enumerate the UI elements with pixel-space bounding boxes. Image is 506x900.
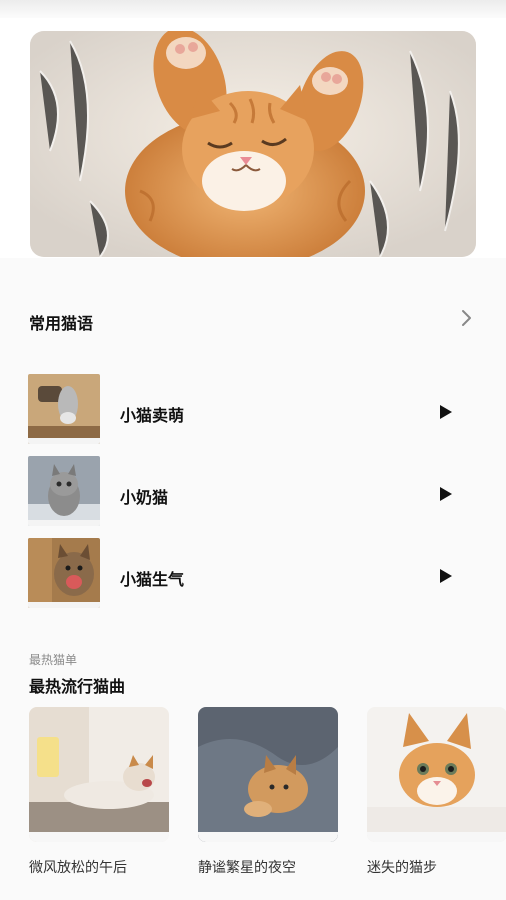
playlist-cover <box>198 707 338 842</box>
hot-playlists-title: 最热流行猫曲 <box>29 677 126 696</box>
sound-item[interactable]: 小奶猫 <box>0 456 506 528</box>
hero-banner-image[interactable] <box>30 31 476 257</box>
play-icon[interactable] <box>438 486 454 502</box>
sound-thumbnail <box>28 456 100 526</box>
app-screen: 常用猫语 小猫卖萌 小奶猫 小猫生气 最热猫单 最热流行猫曲 微风放松的午后 静… <box>0 0 506 900</box>
playlist-card[interactable]: 迷失的猫步 <box>367 707 506 887</box>
playlist-title: 迷失的猫步 <box>367 860 437 876</box>
play-icon[interactable] <box>438 568 454 584</box>
play-icon[interactable] <box>438 404 454 420</box>
sound-label: 小猫生气 <box>120 570 185 589</box>
section-title: 常用猫语 <box>29 314 94 333</box>
hot-playlists-caption: 最热猫单 <box>29 653 78 667</box>
sound-item[interactable]: 小猫生气 <box>0 538 506 610</box>
sound-label: 小猫卖萌 <box>120 406 185 425</box>
playlist-cover <box>367 707 506 842</box>
playlist-card[interactable]: 微风放松的午后 <box>29 707 169 887</box>
chevron-right-icon[interactable] <box>456 308 476 328</box>
playlist-cover <box>29 707 169 842</box>
playlist-card[interactable]: 静谧繁星的夜空 <box>198 707 338 887</box>
playlist-title: 静谧繁星的夜空 <box>198 860 296 876</box>
sound-thumbnail <box>28 538 100 608</box>
sound-label: 小奶猫 <box>120 488 169 507</box>
sound-item[interactable]: 小猫卖萌 <box>0 374 506 446</box>
sound-thumbnail <box>28 374 100 444</box>
playlist-title: 微风放松的午后 <box>29 860 127 876</box>
playlist-carousel[interactable]: 微风放松的午后 静谧繁星的夜空 迷失的猫步 <box>0 707 506 900</box>
common-sounds-header[interactable]: 常用猫语 <box>0 296 506 346</box>
